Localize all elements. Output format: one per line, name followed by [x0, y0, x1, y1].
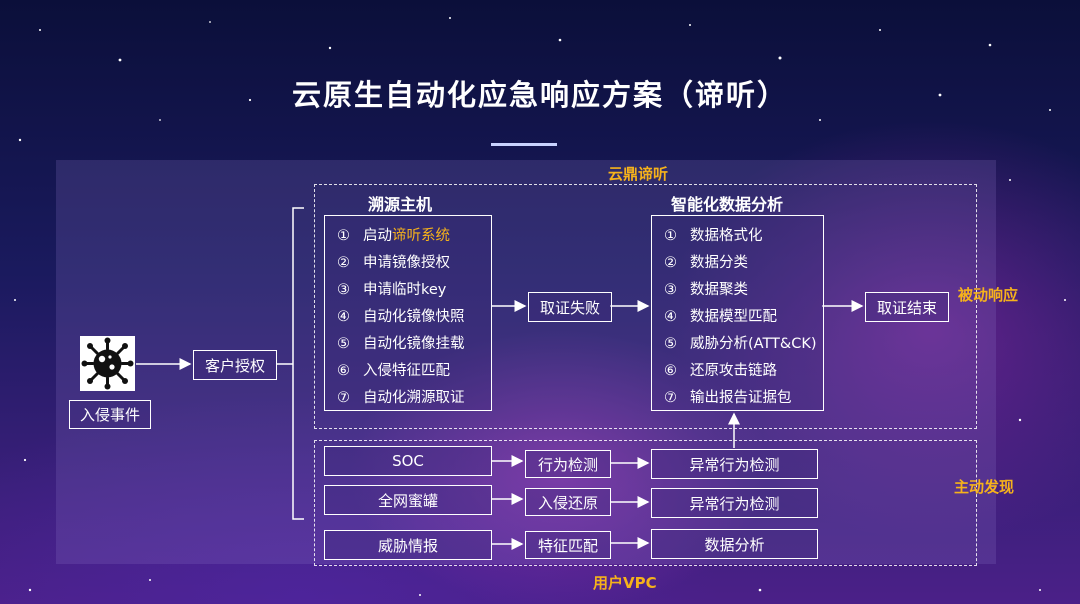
result-anomaly-detect-1-box: 异常行为检测 — [651, 449, 818, 479]
trace-step-5: ⑤ 自动化镜像挂载 — [337, 336, 465, 352]
source-soc-label: SOC — [392, 452, 424, 470]
evidence-fail-label: 取证失败 — [539, 298, 600, 317]
source-soc-box: SOC — [324, 446, 492, 476]
result-data-analysis-box: 数据分析 — [651, 529, 818, 559]
trace-host-box: ① 启动谛听系统 ② 申请镜像授权 ③ 申请临时key ④ 自动化镜像快照 ⑤ 自动化镜像… — [324, 215, 492, 411]
process-feature-match-box: 特征匹配 — [525, 531, 611, 559]
intrusion-event-label: 入侵事件 — [79, 406, 140, 424]
trace-step-3: ③ 申请临时key — [337, 282, 447, 298]
evidence-fail-box: 取证失败 — [528, 292, 612, 322]
analysis-step-1: ① 数据格式化 — [664, 228, 763, 244]
process-behavior-detect-box: 行为检测 — [525, 450, 611, 478]
customer-auth-label: 客户授权 — [204, 356, 265, 375]
source-honeypot-label: 全网蜜罐 — [377, 491, 438, 510]
source-threat-intel-label: 威胁情报 — [377, 536, 438, 555]
trace-host-header: 溯源主机 — [368, 195, 433, 214]
trace-step-2: ② 申请镜像授权 — [337, 255, 450, 271]
process-behavior-detect-label: 行为检测 — [537, 455, 598, 474]
analysis-box: ① 数据格式化 ② 数据分类 ③ 数据聚类 ④ 数据模型匹配 ⑤ 威胁分析(ATT&CK)… — [651, 215, 824, 411]
result-anomaly-detect-2-label: 异常行为检测 — [689, 494, 780, 513]
process-intrusion-restore-label: 入侵还原 — [537, 493, 598, 512]
intrusion-event-box: 入侵事件 — [69, 400, 151, 429]
analysis-step-2: ② 数据分类 — [664, 255, 748, 271]
evidence-end-box: 取证结束 — [865, 292, 949, 322]
source-threat-intel-box: 威胁情报 — [324, 530, 492, 560]
trace-step-7: ⑦ 自动化溯源取证 — [337, 390, 465, 406]
process-feature-match-label: 特征匹配 — [537, 536, 598, 555]
result-data-analysis-label: 数据分析 — [704, 535, 765, 554]
source-honeypot-box: 全网蜜罐 — [324, 485, 492, 515]
analysis-step-3: ③ 数据聚类 — [664, 282, 748, 298]
evidence-end-label: 取证结束 — [876, 298, 937, 317]
customer-auth-box: 客户授权 — [193, 350, 277, 380]
analysis-step-7: ⑦ 输出报告证据包 — [664, 390, 792, 406]
virus-icon — [80, 336, 135, 391]
trace-step-1: ① 启动谛听系统 — [337, 228, 450, 244]
process-intrusion-restore-box: 入侵还原 — [525, 488, 611, 516]
analysis-step-4: ④ 数据模型匹配 — [664, 309, 777, 325]
result-anomaly-detect-1-label: 异常行为检测 — [689, 455, 780, 474]
analysis-header: 智能化数据分析 — [671, 195, 784, 214]
result-anomaly-detect-2-box: 异常行为检测 — [651, 488, 818, 518]
analysis-step-6: ⑥ 还原攻击链路 — [664, 363, 777, 379]
analysis-step-5: ⑤ 威胁分析(ATT&CK) — [664, 336, 817, 352]
diting-system-highlight: 谛听系统 — [392, 228, 450, 244]
trace-step-4: ④ 自动化镜像快照 — [337, 309, 465, 325]
trace-step-6: ⑥ 入侵特征匹配 — [337, 363, 450, 379]
